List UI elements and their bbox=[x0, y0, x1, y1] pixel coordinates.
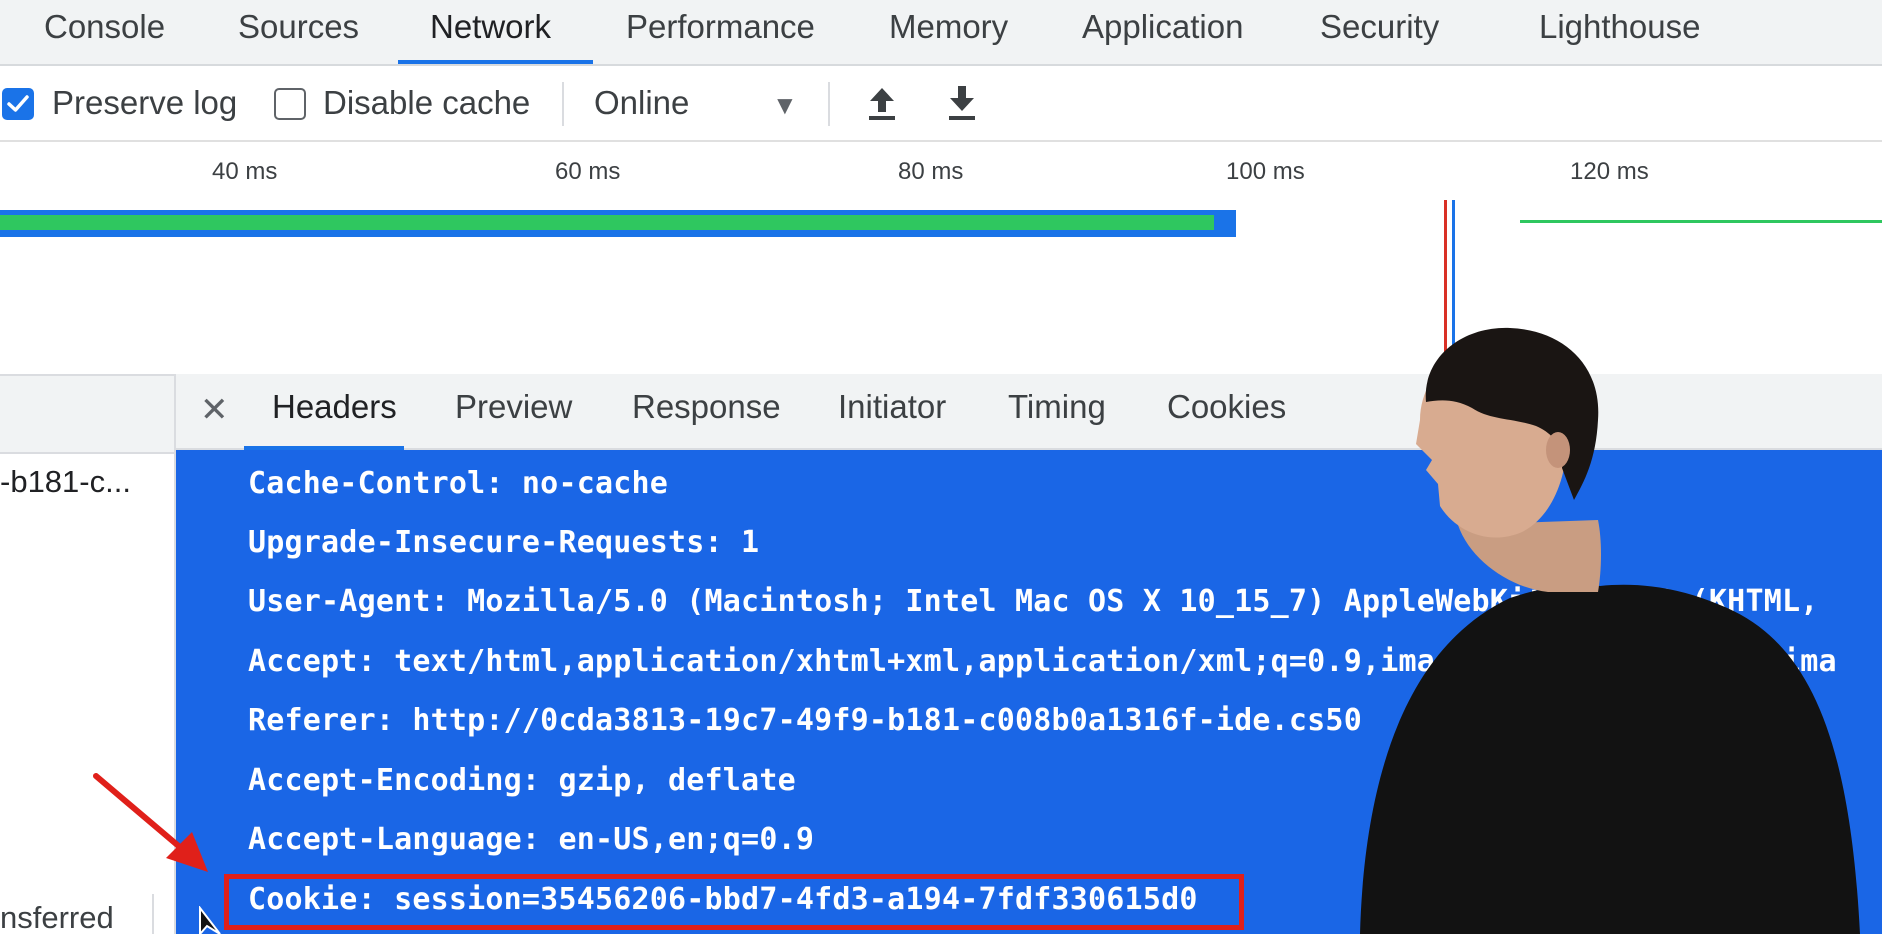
tab-lighthouse[interactable]: Lighthouse bbox=[1539, 0, 1700, 64]
header-line: Accept-Language: en-US,en;q=0.9 bbox=[248, 822, 815, 857]
tab-initiator[interactable]: Initiator bbox=[838, 388, 946, 426]
header-line: Cache-Control: no-cache bbox=[248, 466, 669, 501]
tab-security[interactable]: Security bbox=[1320, 0, 1439, 64]
request-download-bar bbox=[0, 215, 1214, 230]
throttling-select[interactable]: Online bbox=[594, 84, 689, 122]
status-bar-divider bbox=[152, 894, 154, 934]
check-icon bbox=[7, 95, 29, 112]
devtools-tab-bar: Console Sources Network Performance Memo… bbox=[0, 0, 1882, 66]
mouse-cursor-icon bbox=[199, 906, 221, 934]
active-tab-indicator bbox=[398, 60, 593, 64]
disable-cache-checkbox[interactable] bbox=[274, 88, 306, 120]
timeline-tick: 60 ms bbox=[555, 158, 621, 185]
tab-memory[interactable]: Memory bbox=[889, 0, 1008, 64]
status-bar-transferred: nsferred bbox=[0, 900, 114, 934]
header-line: Upgrade-Insecure-Requests: 1 bbox=[248, 525, 760, 560]
preserve-log-label[interactable]: Preserve log bbox=[52, 84, 237, 122]
red-arrow-icon bbox=[93, 773, 208, 872]
dropdown-arrow-icon[interactable]: ▼ bbox=[772, 90, 798, 121]
tab-sources[interactable]: Sources bbox=[238, 0, 359, 64]
timeline-tick: 100 ms bbox=[1226, 158, 1305, 185]
toolbar-divider bbox=[828, 82, 830, 126]
close-icon[interactable]: ✕ bbox=[200, 390, 229, 430]
header-line: Referer: http://0cda3813-19c7-49f9-b181-… bbox=[248, 703, 1362, 738]
network-toolbar: Preserve log Disable cache Online ▼ bbox=[0, 66, 1882, 142]
download-icon[interactable] bbox=[946, 84, 978, 122]
tab-headers[interactable]: Headers bbox=[272, 388, 397, 426]
timeline-tick: 120 ms bbox=[1570, 158, 1649, 185]
upload-icon[interactable] bbox=[866, 84, 898, 122]
request-timing-bar bbox=[1520, 220, 1882, 223]
header-line: Accept-Encoding: gzip, deflate bbox=[248, 763, 796, 798]
cookie-highlight-box bbox=[224, 874, 1244, 930]
timeline-tick: 40 ms bbox=[212, 158, 278, 185]
tab-timing[interactable]: Timing bbox=[1008, 388, 1106, 426]
toolbar-divider bbox=[562, 82, 564, 126]
presenter-figure bbox=[1360, 327, 1860, 934]
tab-network[interactable]: Network bbox=[430, 0, 551, 64]
tab-response[interactable]: Response bbox=[632, 388, 781, 426]
request-list-header bbox=[0, 376, 174, 454]
tab-application[interactable]: Application bbox=[1082, 0, 1243, 64]
timeline-tick: 80 ms bbox=[898, 158, 964, 185]
tab-console[interactable]: Console bbox=[44, 0, 165, 64]
request-name[interactable]: -b181-c... bbox=[0, 464, 131, 500]
tab-preview[interactable]: Preview bbox=[455, 388, 572, 426]
disable-cache-label[interactable]: Disable cache bbox=[323, 84, 530, 122]
tab-cookies[interactable]: Cookies bbox=[1167, 388, 1286, 426]
tab-performance[interactable]: Performance bbox=[626, 0, 815, 64]
preserve-log-checkbox[interactable] bbox=[2, 88, 34, 120]
